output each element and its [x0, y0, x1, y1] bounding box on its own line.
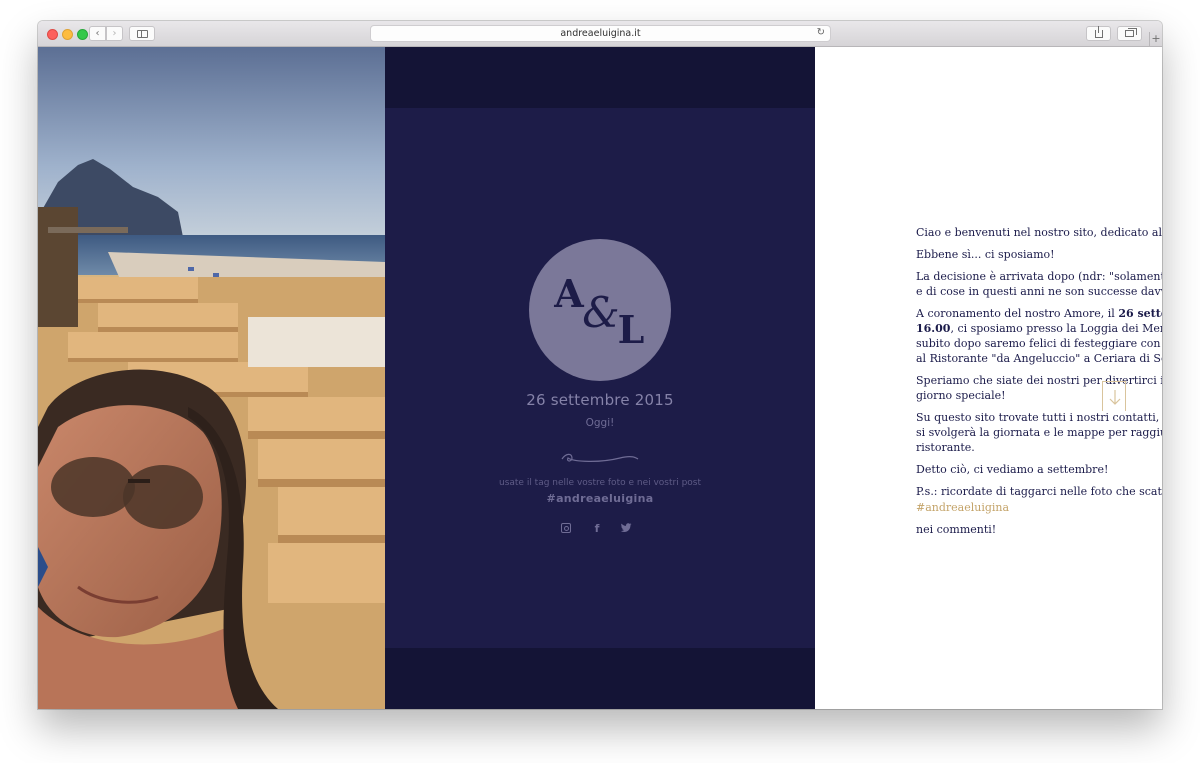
monogram-initial-a: A	[553, 271, 584, 316]
ceremony-line-1-text: A coronamento del nostro Amore, il	[916, 307, 1119, 320]
forward-button[interactable]: ›	[106, 26, 123, 41]
back-button[interactable]: ‹	[89, 26, 106, 41]
ceremony-line-2-text: , ci sposiamo presso la Loggia dei Merca…	[950, 322, 1162, 335]
instagram-link[interactable]	[559, 521, 573, 535]
intro-paragraph-announcement: Ebbene sì... ci sposiamo!	[916, 248, 1055, 261]
intro-paragraph-decision: La decisione è arrivata dopo (ndr: "sola…	[916, 269, 1162, 299]
intro-paragraph-ps: P.s.: ricordate di taggarci nelle foto c…	[916, 484, 1162, 515]
ps-hashtag-link[interactable]: #andreaeluigina	[916, 500, 1162, 515]
new-tab-button[interactable]: +	[1149, 32, 1162, 47]
arrow-down-icon	[1109, 390, 1121, 405]
zoom-window-button[interactable]	[77, 29, 88, 40]
hashtag-instructions: usate il tag nelle vostre foto e nei vos…	[498, 478, 702, 488]
ceremony-date-highlight: 26 settemb	[1118, 307, 1162, 320]
twitter-link[interactable]	[619, 521, 633, 535]
url-text: andreaeluigina.it	[560, 28, 641, 39]
scroll-down-button[interactable]	[1102, 381, 1126, 411]
sidebar-icon	[136, 29, 148, 38]
site-info-line-1: Su questo sito trovate tutti i nostri co…	[916, 411, 1162, 424]
facebook-icon: f	[594, 521, 600, 535]
intro-text-panel: Ciao e benvenuti nel nostro sito, dedica…	[815, 47, 1162, 709]
countdown-label: Oggi!	[585, 417, 615, 429]
intro-paragraph-site-info: Su questo sito trovate tutti i nostri co…	[916, 410, 1162, 455]
reload-icon[interactable]: ↻	[817, 27, 825, 38]
twitter-icon	[620, 523, 632, 532]
sidebar-toggle-button[interactable]	[129, 26, 155, 41]
tabs-icon	[1125, 28, 1137, 37]
decision-line-2: e di cose in questi anni ne son successe…	[916, 285, 1162, 298]
share-button[interactable]	[1086, 25, 1111, 41]
beach-selfie-image	[38, 47, 385, 709]
hope-line-2: giorno speciale!	[916, 389, 1006, 402]
monogram-badge: A & L	[529, 239, 671, 381]
hero-card: A & L 26 settembre 2015 Oggi! usate il t…	[385, 108, 815, 648]
flourish-divider-icon	[561, 453, 639, 462]
monogram-initial-l: L	[618, 307, 645, 352]
decision-line-1: La decisione è arrivata dopo (ndr: "sola…	[916, 270, 1162, 283]
page-viewport: A & L 26 settembre 2015 Oggi! usate il t…	[38, 47, 1162, 709]
ceremony-line-4: al Ristorante "da Angeluccio" a Ceriara …	[916, 352, 1162, 365]
monogram-art: A & L	[553, 271, 645, 352]
monogram-ampersand: &	[582, 288, 619, 337]
intro-paragraph-welcome: Ciao e benvenuti nel nostro sito, dedica…	[916, 226, 1162, 239]
ps-line: P.s.: ricordate di taggarci nelle foto c…	[916, 485, 1162, 498]
hero-panel: A & L 26 settembre 2015 Oggi! usate il t…	[385, 47, 815, 709]
intro-paragraph-closing: Detto ciò, ci vediamo a settembre!	[916, 463, 1109, 476]
ceremony-line-3: subito dopo saremo felici di festeggiare…	[916, 337, 1162, 350]
hashtag-label: #andreaeluigina	[546, 492, 654, 505]
ceremony-time-highlight: 16.00	[916, 322, 951, 335]
chevron-right-icon: ›	[112, 27, 117, 39]
browser-window: ‹ › andreaeluigina.it ↻ + A & L 26 sette…	[38, 21, 1162, 709]
browser-toolbar: ‹ › andreaeluigina.it ↻ +	[38, 21, 1162, 47]
couple-photo	[38, 47, 385, 709]
intro-paragraph-ceremony: A coronamento del nostro Amore, il 26 se…	[916, 306, 1162, 366]
close-window-button[interactable]	[47, 29, 58, 40]
chevron-left-icon: ‹	[95, 27, 100, 39]
address-bar[interactable]: andreaeluigina.it ↻	[370, 25, 831, 42]
minimize-window-button[interactable]	[62, 29, 73, 40]
intro-paragraph-comments: nei commenti!	[916, 523, 997, 536]
site-info-line-3: ristorante.	[916, 441, 975, 454]
instagram-icon	[561, 523, 571, 533]
wedding-date: 26 settembre 2015	[526, 391, 674, 409]
facebook-link[interactable]: f	[590, 521, 604, 535]
share-icon	[1094, 25, 1103, 38]
show-tabs-button[interactable]	[1117, 26, 1142, 41]
site-info-line-2: si svolgerà la giornata e le mappe per r…	[916, 426, 1162, 439]
